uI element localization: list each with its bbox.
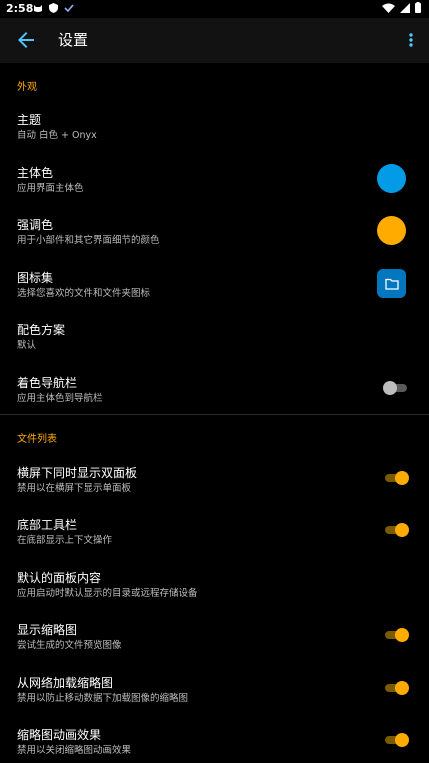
setting-summary: 在底部显示上下文操作	[17, 535, 113, 546]
check-icon	[64, 3, 74, 17]
primary-color-swatch[interactable]	[377, 164, 406, 193]
setting-summary: 选择您喜欢的文件和文件夹图标	[17, 288, 151, 299]
toggle-thumb	[395, 733, 409, 747]
wifi-icon	[382, 3, 395, 17]
section-header-file-list: 文件列表	[17, 434, 57, 445]
status-icons-right	[382, 2, 421, 17]
setting-summary: 应用启动时默认显示的目录或远程存储设备	[17, 588, 198, 599]
setting-title: 默认的面板内容	[17, 571, 102, 585]
setting-summary: 禁用以防止移动数据下加载图像的缩略图	[17, 693, 189, 704]
arrow-left-icon	[18, 32, 34, 48]
toggle-thumb	[395, 471, 409, 485]
accent-color-swatch[interactable]	[377, 216, 406, 245]
more-vert-icon	[409, 33, 413, 47]
toggle-thumb	[395, 628, 409, 642]
setting-title: 主题	[17, 113, 42, 127]
setting-title: 主体色	[17, 166, 54, 180]
setting-summary: 用于小部件和其它界面细节的颜色	[17, 235, 160, 246]
folder-icon	[384, 278, 399, 290]
setting-dual-pane[interactable]: 横屏下同时显示双面板 禁用以在横屏下显示单面板	[0, 465, 429, 513]
toggle-thumb	[383, 381, 397, 395]
setting-title: 从网络加载缩略图	[17, 676, 114, 690]
setting-thumbnail-animation[interactable]: 缩略图动画效果 禁用以关闭缩略图动画效果	[0, 727, 429, 763]
back-button[interactable]	[14, 28, 38, 52]
shield-icon	[49, 3, 58, 17]
status-bar: 2:58	[0, 0, 429, 18]
toggle-thumb	[395, 681, 409, 695]
setting-summary: 禁用以在横屏下显示单面板	[17, 483, 132, 494]
network-thumbnails-toggle[interactable]	[383, 680, 409, 696]
setting-icon-set[interactable]: 图标集 选择您喜欢的文件和文件夹图标	[0, 269, 429, 318]
toggle-thumb	[395, 523, 409, 537]
section-header-appearance: 外观	[17, 82, 37, 93]
battery-icon	[415, 2, 421, 17]
setting-primary-color[interactable]: 主体色 应用界面主体色	[0, 164, 429, 213]
page-title: 设置	[58, 31, 89, 49]
section-divider	[0, 414, 429, 415]
app-bar: 设置	[0, 18, 429, 63]
cat-icon	[33, 3, 43, 17]
signal-icon	[400, 2, 410, 17]
icon-set-preview[interactable]	[377, 269, 406, 298]
setting-title: 强调色	[17, 218, 54, 232]
setting-show-thumbnails[interactable]: 显示缩略图 尝试生成的文件预览图像	[0, 622, 429, 670]
setting-tint-navbar[interactable]: 着色导航栏 应用主体色到导航栏	[0, 375, 429, 423]
setting-title: 横屏下同时显示双面板	[17, 466, 138, 480]
bottom-toolbar-toggle[interactable]	[383, 522, 409, 538]
setting-summary: 自动 白色 + Onyx	[17, 130, 97, 141]
status-time: 2:58	[6, 2, 34, 15]
setting-summary: 应用界面主体色	[17, 183, 84, 194]
setting-title: 显示缩略图	[17, 623, 78, 637]
setting-theme[interactable]: 主题 自动 白色 + Onyx	[0, 112, 429, 160]
setting-title: 缩略图动画效果	[17, 728, 102, 742]
setting-title: 图标集	[17, 271, 54, 285]
setting-summary: 默认	[17, 340, 37, 351]
setting-summary: 禁用以关闭缩略图动画效果	[17, 745, 132, 756]
setting-title: 底部工具栏	[17, 518, 78, 532]
more-options-button[interactable]	[405, 32, 417, 48]
setting-summary: 尝试生成的文件预览图像	[17, 640, 122, 651]
setting-summary: 应用主体色到导航栏	[17, 393, 103, 404]
setting-network-thumbnails[interactable]: 从网络加载缩略图 禁用以防止移动数据下加载图像的缩略图	[0, 675, 429, 723]
setting-default-pane-content[interactable]: 默认的面板内容 应用启动时默认显示的目录或远程存储设备	[0, 570, 429, 618]
setting-title: 配色方案	[17, 323, 66, 337]
thumbnail-animation-toggle[interactable]	[383, 732, 409, 748]
setting-accent-color[interactable]: 强调色 用于小部件和其它界面细节的颜色	[0, 216, 429, 265]
dual-pane-toggle[interactable]	[383, 470, 409, 486]
setting-color-scheme[interactable]: 配色方案 默认	[0, 322, 429, 370]
show-thumbnails-toggle[interactable]	[383, 627, 409, 643]
setting-bottom-toolbar[interactable]: 底部工具栏 在底部显示上下文操作	[0, 517, 429, 565]
status-icons-left	[33, 3, 74, 17]
tint-navbar-toggle[interactable]	[383, 380, 409, 396]
setting-title: 着色导航栏	[17, 376, 78, 390]
